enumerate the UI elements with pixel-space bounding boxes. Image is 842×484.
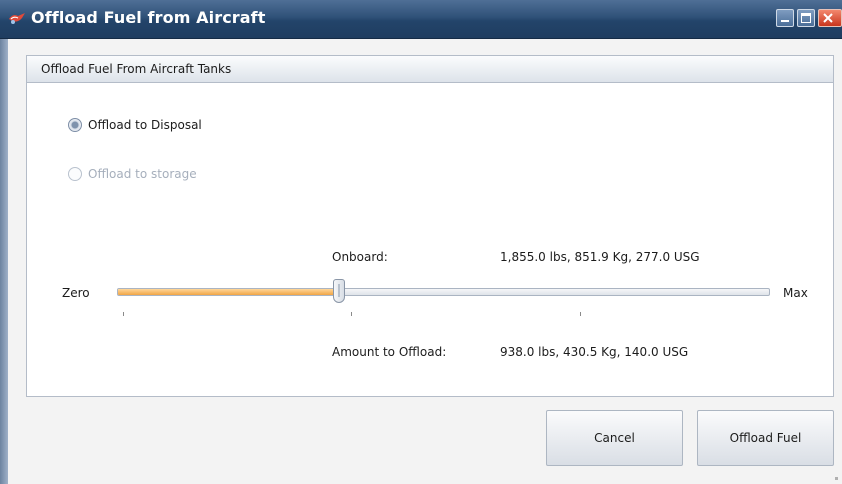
slider-tick xyxy=(580,312,581,316)
slider-thumb[interactable] xyxy=(333,279,346,303)
group-header-title: Offload Fuel From Aircraft Tanks xyxy=(41,62,232,76)
slider-tick xyxy=(351,312,352,316)
minimize-button[interactable] xyxy=(776,9,794,27)
radio-offload-storage-label: Offload to storage xyxy=(88,167,197,181)
close-icon xyxy=(823,13,833,23)
offload-amount-label: Amount to Offload: xyxy=(332,345,447,359)
offload-amount-value: 938.0 lbs, 430.5 Kg, 140.0 USG xyxy=(500,345,689,359)
window-left-border xyxy=(0,39,8,484)
cancel-button[interactable]: Cancel xyxy=(546,410,683,466)
minimize-icon xyxy=(781,20,789,22)
resize-grip[interactable] xyxy=(835,477,838,480)
slider-max-label: Max xyxy=(783,286,808,300)
window-title: Offload Fuel from Aircraft xyxy=(31,8,266,27)
close-button[interactable] xyxy=(818,9,842,27)
radio-offload-storage xyxy=(68,167,82,181)
radio-offload-disposal[interactable] xyxy=(68,118,82,132)
slider-min-label: Zero xyxy=(62,286,90,300)
title-bar[interactable]: Offload Fuel from Aircraft xyxy=(0,0,842,39)
offload-fuel-button[interactable]: Offload Fuel xyxy=(697,410,834,466)
maximize-button[interactable] xyxy=(797,9,815,27)
onboard-label: Onboard: xyxy=(332,250,388,264)
maximize-icon xyxy=(801,13,811,23)
onboard-value: 1,855.0 lbs, 851.9 Kg, 277.0 USG xyxy=(500,250,700,264)
group-header: Offload Fuel From Aircraft Tanks xyxy=(27,56,833,83)
slider-fill xyxy=(118,289,340,295)
radio-offload-disposal-label[interactable]: Offload to Disposal xyxy=(88,118,202,132)
fuel-app-icon xyxy=(9,13,25,24)
offload-fuel-window: Offload Fuel from Aircraft Offload Fuel … xyxy=(0,0,842,484)
offload-amount-slider[interactable] xyxy=(117,288,770,296)
slider-tick xyxy=(123,312,124,316)
